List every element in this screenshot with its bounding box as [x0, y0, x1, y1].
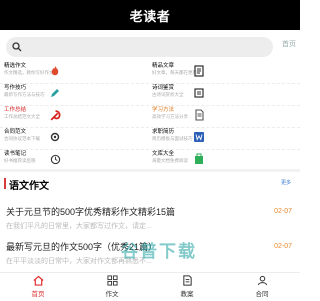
category-desc: 古诗词赏析大全 [152, 92, 184, 97]
tab-essay[interactable]: 作文 [87, 275, 137, 301]
category-item[interactable]: 文库大全 海量文档免费阅读 [152, 151, 300, 170]
fire-icon [48, 64, 62, 78]
tab-label: 合同 [255, 291, 269, 298]
category-grid: 精选作文 作文精选，教你写好作文 精品文章 好文章，每天都在更新 写作技巧 最新… [0, 62, 300, 172]
search-input[interactable] [26, 42, 246, 52]
category-desc: 工作总结范文大全 [4, 114, 40, 119]
tab-lesson-plan[interactable]: 教案 [162, 275, 212, 301]
category-row: 精选作文 作文精选，教你写好作文 精品文章 好文章，每天都在更新 [0, 62, 300, 84]
category-desc: 好文章，每天都在更新 [152, 70, 197, 75]
document-icon [182, 275, 192, 286]
home-icon [33, 275, 43, 286]
category-item[interactable]: 学习方法 高效学习方法分享 [152, 107, 300, 126]
watermark: 谷普下载 [121, 242, 197, 261]
category-name: 学习方法 [152, 107, 175, 113]
category-name: 写作技巧 [4, 85, 27, 91]
bag-icon [192, 152, 206, 166]
category-item[interactable]: 读书笔记 好书推荐读后感 [4, 151, 152, 170]
category-desc: 简历模板与面试技巧 [152, 136, 193, 141]
category-name: 诗词鉴赏 [152, 85, 175, 91]
category-item[interactable]: 工作总结 工作总结范文大全 [4, 107, 152, 126]
tab-home[interactable]: 首页 [13, 275, 63, 301]
gear-icon [48, 130, 62, 144]
category-desc: 最新写作方法与技巧 [4, 92, 45, 97]
party-emblem-icon [48, 108, 62, 122]
more-link[interactable]: 更多 [281, 179, 291, 186]
category-name: 合同范文 [4, 129, 27, 135]
category-name: 读书笔记 [4, 151, 27, 157]
category-item[interactable]: 精品文章 好文章，每天都在更新 [152, 63, 300, 82]
tab-contract[interactable]: 合同 [237, 275, 287, 301]
article-date: 02-07 [274, 243, 292, 250]
category-row: 写作技巧 最新写作方法与技巧 诗词鉴赏 古诗词赏析大全 [0, 84, 300, 106]
article-item[interactable]: 关于元旦节的500字优秀精彩作文精彩15篇 在我们平凡的日常里，大家都写过作文，… [6, 205, 292, 230]
scroll-icon [192, 86, 206, 100]
tab-label: 首页 [31, 291, 45, 298]
category-item[interactable]: 精选作文 作文精选，教你写好作文 [4, 63, 152, 82]
category-name: 文库大全 [152, 151, 175, 157]
category-desc: 海量文档免费阅读 [152, 158, 188, 163]
category-row: 工作总结 工作总结范文大全 学习方法 高效学习方法分享 [0, 106, 300, 128]
category-item[interactable]: 求职简历 简历模板与面试技巧 [152, 129, 300, 148]
article-date: 02-07 [274, 208, 292, 215]
search-bar[interactable] [6, 37, 273, 57]
category-item[interactable]: 诗词鉴赏 古诗词赏析大全 [152, 85, 300, 104]
category-name: 精选作文 [4, 63, 27, 69]
grid-icon [106, 275, 118, 286]
document-icon [192, 108, 206, 122]
category-item[interactable]: 写作技巧 最新写作方法与技巧 [4, 85, 152, 104]
app-header: 老读者 [0, 0, 300, 30]
pencil-icon [48, 86, 62, 100]
category-desc: 合同协议范本下载 [4, 136, 40, 141]
word-doc-icon [192, 130, 206, 144]
category-row: 合同范文 合同协议范本下载 求职简历 简历模板与面试技巧 [0, 128, 300, 150]
category-item[interactable]: 合同范文 合同协议范本下载 [4, 129, 152, 148]
category-name: 工作总结 [4, 107, 27, 113]
home-link[interactable]: 首页 [282, 39, 296, 49]
section-divider [0, 169, 300, 172]
section-accent-bar [4, 178, 6, 189]
book-icon [192, 64, 206, 78]
user-icon [257, 275, 267, 286]
tab-label: 作文 [105, 291, 119, 298]
category-desc: 高效学习方法分享 [152, 114, 188, 119]
bottom-tab-bar: 首页 作文 教案 合同 [0, 272, 300, 301]
category-desc: 作文精选，教你写好作文 [4, 70, 54, 75]
clock-icon [48, 152, 62, 166]
search-icon [12, 42, 22, 52]
article-title[interactable]: 关于元旦节的500字优秀精彩作文精彩15篇 [6, 205, 292, 218]
article-desc: 在我们平凡的日常里，大家都写过作文，请定... [6, 223, 152, 230]
category-desc: 好书推荐读后感 [4, 158, 36, 163]
app-title: 老读者 [129, 8, 171, 24]
category-name: 求职简历 [152, 129, 175, 135]
section-title: 语文作文 [9, 181, 49, 192]
category-name: 精品文章 [152, 63, 175, 69]
section-header: 语文作文 更多 [4, 177, 296, 192]
tab-label: 教案 [180, 291, 194, 298]
